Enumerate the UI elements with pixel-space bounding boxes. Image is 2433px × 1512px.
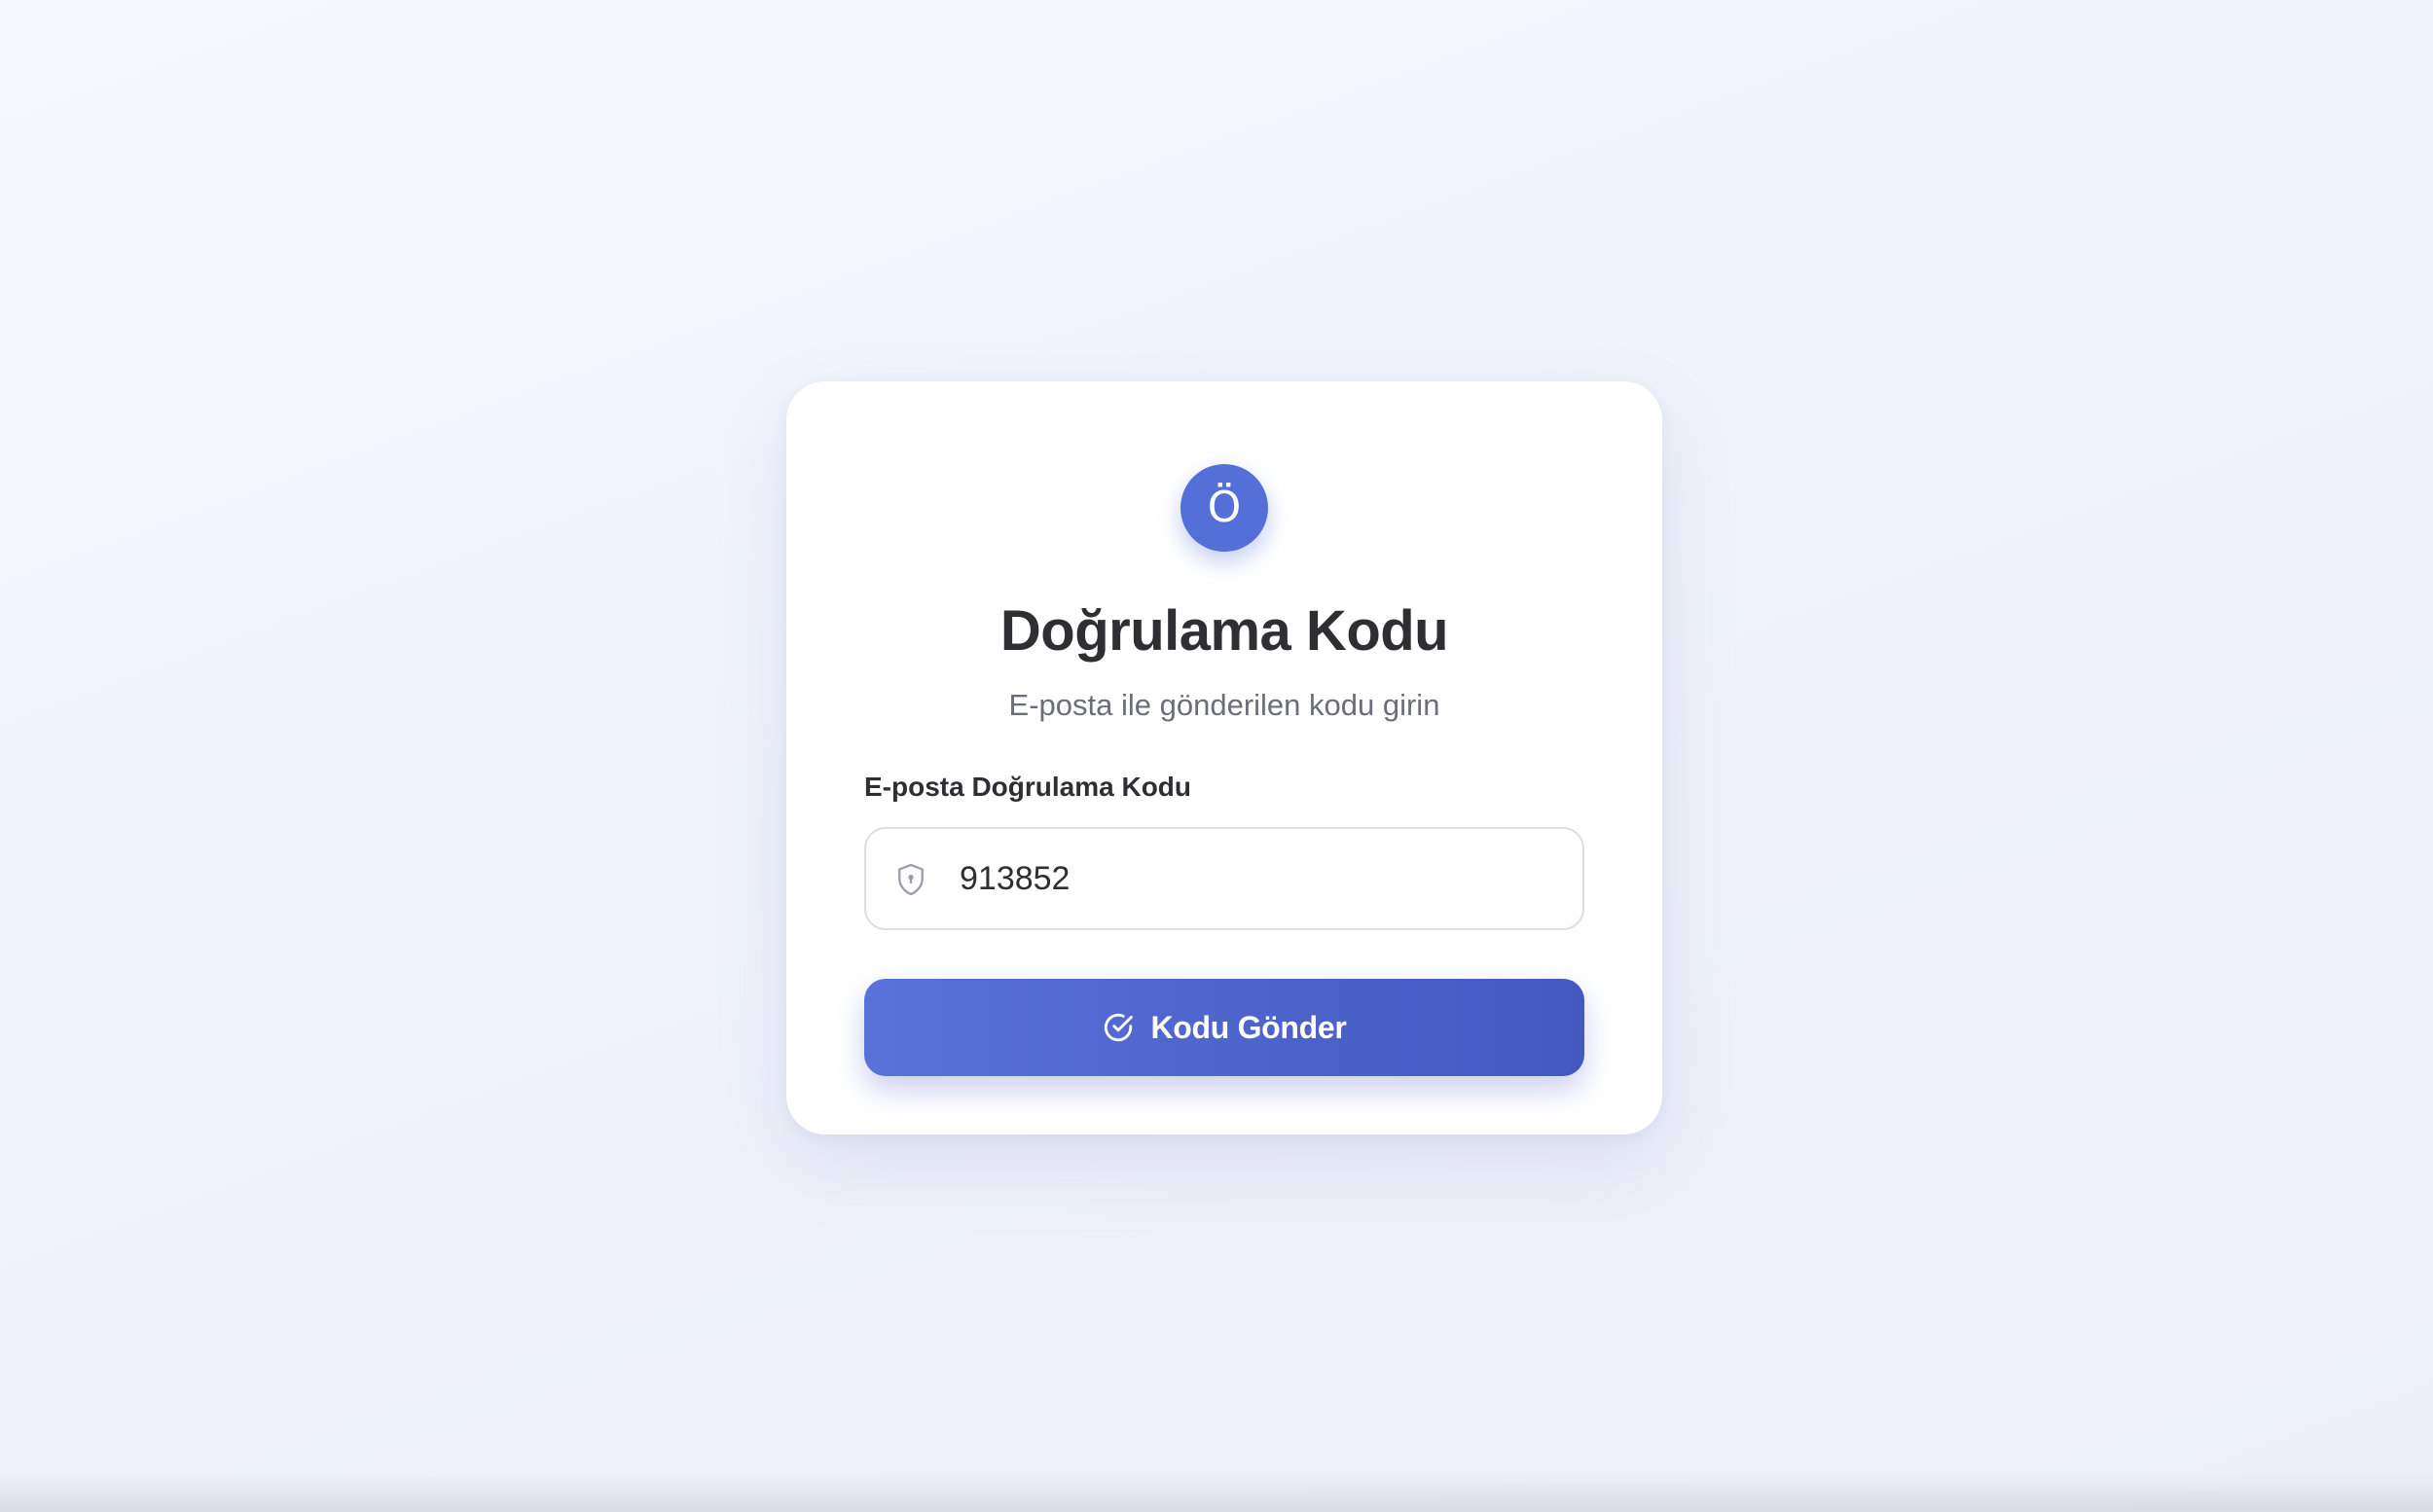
user-avatar: Ö: [1180, 464, 1268, 552]
send-code-button[interactable]: Kodu Gönder: [864, 979, 1584, 1076]
send-code-label: Kodu Gönder: [1150, 1009, 1347, 1045]
verification-code-input[interactable]: [960, 829, 1543, 928]
code-field-label: E-posta Doğrulama Kodu: [864, 772, 1192, 802]
bottom-edge-shadow: [0, 1473, 2433, 1512]
check-circle-icon: [1105, 1013, 1134, 1042]
shield-icon: [898, 863, 924, 896]
page-subtitle: E-posta ile gönderilen kodu girin: [1008, 688, 1440, 722]
code-field[interactable]: [864, 827, 1584, 930]
page-title: Doğrulama Kodu: [999, 599, 1449, 663]
verification-card: Ö Doğrulama Kodu E-posta ile gönderilen …: [786, 381, 1662, 1134]
